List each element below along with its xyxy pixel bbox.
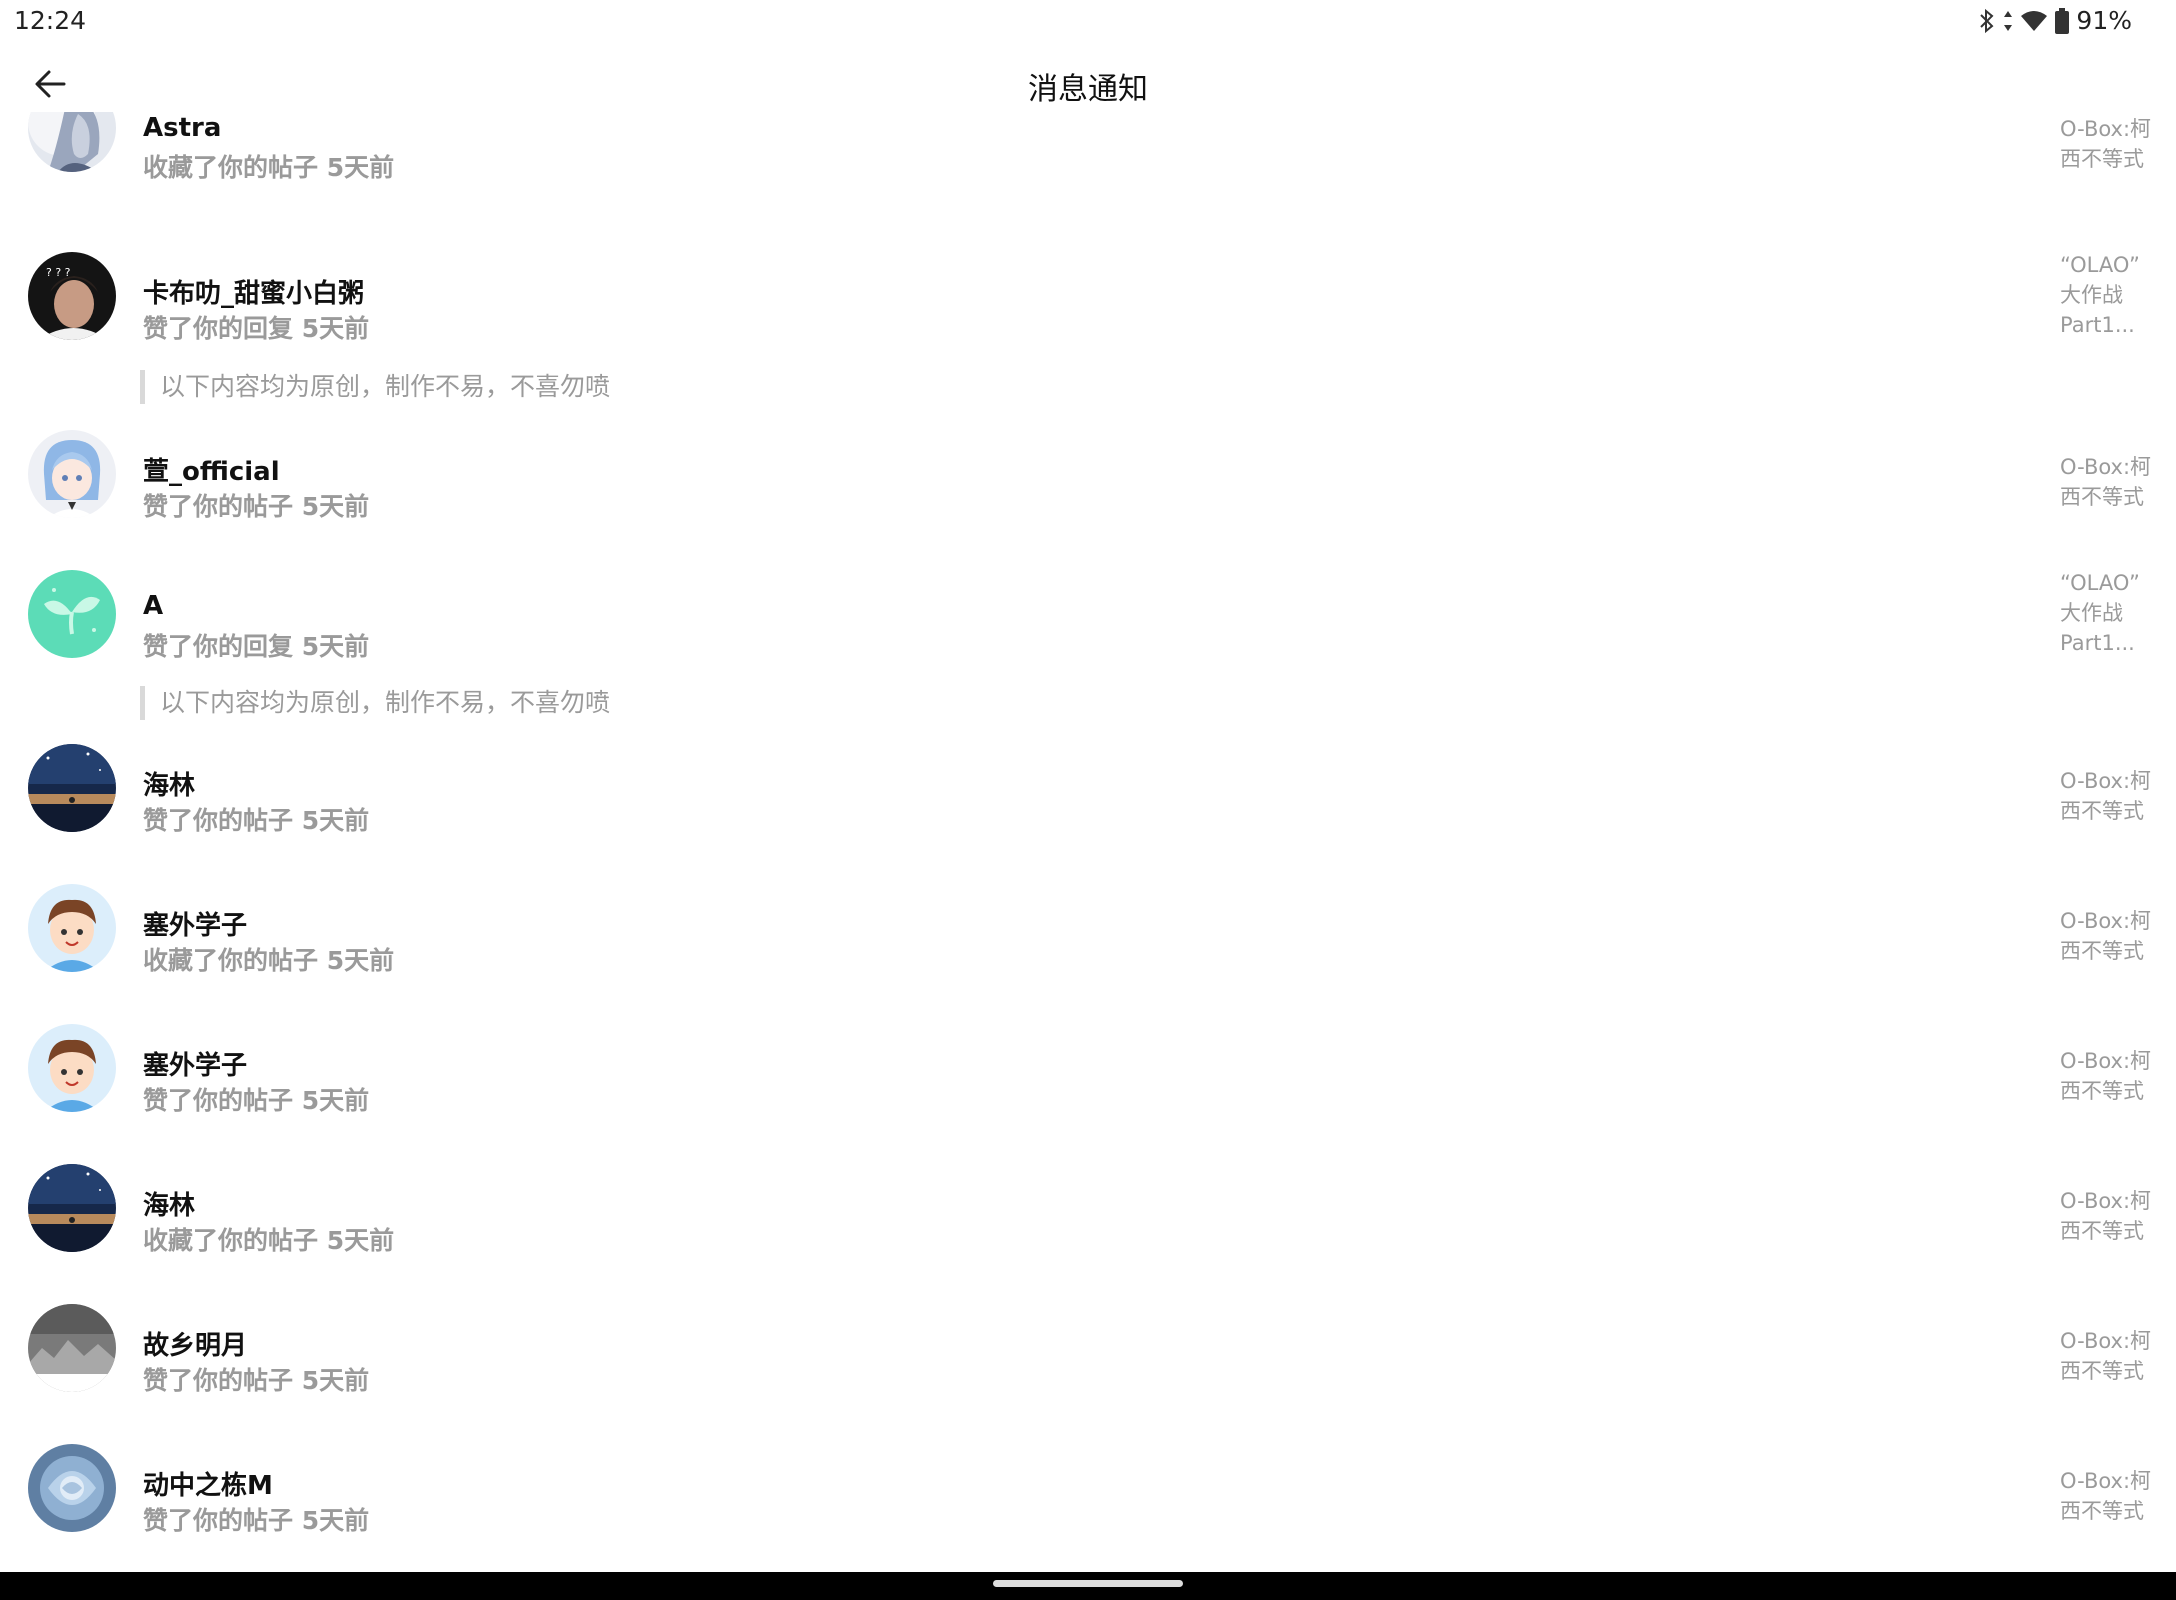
notification-item[interactable]: 海林 赞了你的帖子 5天前 O-Box:柯 西不等式 bbox=[0, 744, 2176, 884]
user-name[interactable]: 动中之栋M bbox=[143, 1465, 273, 1502]
reply-quote[interactable]: 以下内容均为原创，制作不易，不喜勿喷 bbox=[140, 370, 610, 404]
user-name[interactable]: 萱_official bbox=[143, 451, 280, 488]
avatar-cartoon-boy[interactable] bbox=[28, 884, 116, 972]
avatar-sprout[interactable] bbox=[28, 570, 116, 658]
notification-action: 收藏了你的帖子 5天前 bbox=[143, 153, 395, 182]
user-name[interactable]: 塞外学子 bbox=[143, 1045, 247, 1082]
notification-item[interactable]: 动中之栋M 赞了你的帖子 5天前 O-Box:柯 西不等式 bbox=[0, 1444, 2176, 1572]
status-icons: 91% bbox=[1978, 6, 2132, 35]
notification-action: 赞了你的帖子 5天前 bbox=[143, 1506, 370, 1535]
wifi-icon bbox=[2020, 9, 2048, 33]
post-title[interactable]: “OLAO” 大作战 Part1... bbox=[2060, 250, 2160, 340]
page-title: 消息通知 bbox=[1028, 72, 1148, 107]
avatar-xuan[interactable] bbox=[28, 430, 116, 518]
notification-item[interactable]: Astra 收藏了你的帖子 5天前 O-Box:柯 西不等式 bbox=[0, 112, 2176, 242]
post-title[interactable]: O-Box:柯 西不等式 bbox=[2060, 906, 2160, 966]
user-name[interactable]: 塞外学子 bbox=[143, 905, 247, 942]
user-name[interactable]: 海林 bbox=[143, 1185, 195, 1222]
avatar-gray-sketch[interactable] bbox=[28, 1304, 116, 1392]
reply-quote[interactable]: 以下内容均为原创，制作不易，不喜勿喷 bbox=[140, 686, 610, 720]
post-title[interactable]: O-Box:柯 西不等式 bbox=[2060, 114, 2160, 174]
user-name[interactable]: 卡布叻_甜蜜小白粥 bbox=[143, 273, 364, 310]
notification-item[interactable]: 塞外学子 收藏了你的帖子 5天前 O-Box:柯 西不等式 bbox=[0, 884, 2176, 1024]
data-arrows-icon bbox=[2002, 8, 2014, 34]
notification-action: 收藏了你的帖子 5天前 bbox=[143, 946, 395, 975]
navigation-bar bbox=[0, 1572, 2176, 1600]
home-indicator[interactable] bbox=[993, 1580, 1183, 1587]
avatar-astra[interactable] bbox=[28, 112, 116, 172]
avatar-blue-rose[interactable] bbox=[28, 1444, 116, 1532]
avatar-cartoon-boy[interactable] bbox=[28, 1024, 116, 1112]
notification-action: 赞了你的回复 5天前 bbox=[143, 314, 370, 343]
battery-percent: 91% bbox=[2076, 6, 2132, 35]
user-name[interactable]: A bbox=[143, 591, 163, 621]
notification-action: 赞了你的帖子 5天前 bbox=[143, 1086, 370, 1115]
notification-item[interactable]: 塞外学子 赞了你的帖子 5天前 O-Box:柯 西不等式 bbox=[0, 1024, 2176, 1164]
user-name[interactable]: Astra bbox=[143, 113, 221, 143]
status-time: 12:24 bbox=[14, 6, 87, 35]
post-title[interactable]: O-Box:柯 西不等式 bbox=[2060, 452, 2160, 512]
avatar-night-sky[interactable] bbox=[28, 744, 116, 832]
user-name[interactable]: 故乡明月 bbox=[143, 1325, 247, 1362]
post-title[interactable]: O-Box:柯 西不等式 bbox=[2060, 766, 2160, 826]
status-bar: 12:24 91% bbox=[0, 0, 2176, 44]
post-title[interactable]: O-Box:柯 西不等式 bbox=[2060, 1466, 2160, 1526]
notification-item[interactable]: 故乡明月 赞了你的帖子 5天前 O-Box:柯 西不等式 bbox=[0, 1304, 2176, 1444]
notification-item[interactable]: 萱_official 赞了你的帖子 5天前 O-Box:柯 西不等式 bbox=[0, 430, 2176, 570]
post-title[interactable]: O-Box:柯 西不等式 bbox=[2060, 1326, 2160, 1386]
post-title[interactable]: “OLAO” 大作战 Part1... bbox=[2060, 568, 2160, 658]
notification-action: 赞了你的回复 5天前 bbox=[143, 632, 370, 661]
notification-action: 赞了你的帖子 5天前 bbox=[143, 492, 370, 521]
post-title[interactable]: O-Box:柯 西不等式 bbox=[2060, 1186, 2160, 1246]
post-title[interactable]: O-Box:柯 西不等式 bbox=[2060, 1046, 2160, 1106]
avatar-night-sky[interactable] bbox=[28, 1164, 116, 1252]
svg-text:? ? ?: ? ? ? bbox=[46, 266, 71, 279]
notification-item[interactable]: 海林 收藏了你的帖子 5天前 O-Box:柯 西不等式 bbox=[0, 1164, 2176, 1304]
notification-action: 赞了你的帖子 5天前 bbox=[143, 1366, 370, 1395]
bluetooth-icon bbox=[1978, 8, 1996, 34]
notification-action: 赞了你的帖子 5天前 bbox=[143, 806, 370, 835]
avatar-kabule[interactable]: ? ? ? bbox=[28, 252, 116, 340]
notification-list[interactable]: Astra 收藏了你的帖子 5天前 O-Box:柯 西不等式 ? ? ? 卡布叻… bbox=[0, 112, 2176, 1572]
notification-action: 收藏了你的帖子 5天前 bbox=[143, 1226, 395, 1255]
battery-icon bbox=[2054, 7, 2070, 35]
user-name[interactable]: 海林 bbox=[143, 765, 195, 802]
